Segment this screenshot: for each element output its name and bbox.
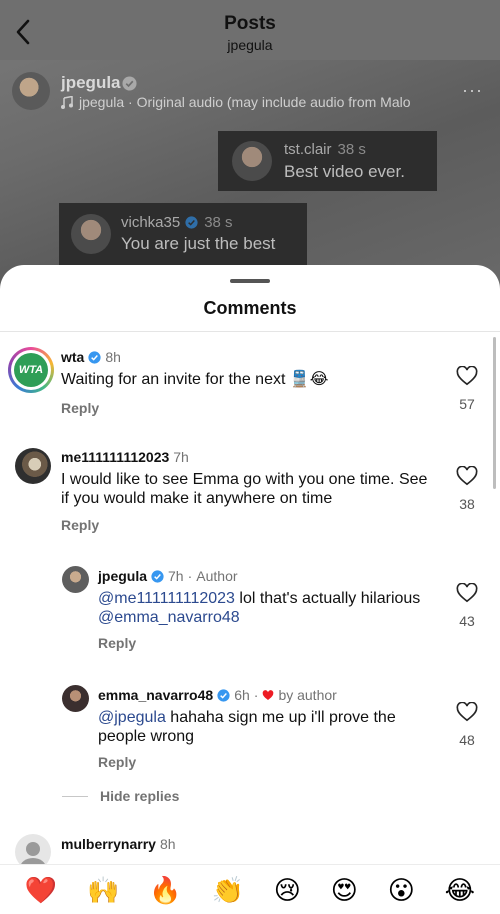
divider bbox=[0, 331, 500, 332]
avatar[interactable] bbox=[62, 566, 89, 593]
emoji-reaction-bar: ❤️ 🙌 🔥 👏 😢 😍 😮 😂 bbox=[0, 864, 500, 914]
page-title: Posts bbox=[224, 13, 276, 34]
reply-button[interactable]: Reply bbox=[61, 400, 99, 416]
reply-button[interactable]: Reply bbox=[61, 517, 99, 533]
avatar[interactable] bbox=[15, 448, 51, 484]
author-tag: Author bbox=[196, 568, 238, 584]
page-subtitle: jpegula bbox=[227, 37, 273, 53]
emoji-crying-face[interactable]: 😢 bbox=[274, 875, 301, 905]
separator-dot: · bbox=[187, 568, 193, 584]
verified-icon bbox=[88, 350, 101, 364]
avatar[interactable]: WTA bbox=[8, 347, 54, 393]
emoji-red-heart[interactable]: ❤️ bbox=[25, 875, 57, 905]
audio-label: jpegula · Original audio (may include au… bbox=[79, 94, 411, 110]
comment-user[interactable]: wta bbox=[61, 349, 84, 365]
comment-text: I would like to see Emma go with you one… bbox=[61, 471, 428, 507]
mention-link[interactable]: @me111111112023 bbox=[98, 590, 235, 607]
comment-text: @me111111112023 lol that's actually hila… bbox=[98, 589, 438, 627]
verified-icon bbox=[185, 216, 198, 229]
heart-icon[interactable] bbox=[456, 583, 478, 603]
live-comment-card: vichka35 38 s You are just the best bbox=[59, 203, 307, 265]
author-tag: by author bbox=[278, 687, 337, 703]
comment-time: 7h bbox=[173, 449, 189, 465]
live-comment-user: vichka35 bbox=[121, 214, 181, 231]
music-note-icon bbox=[61, 95, 73, 109]
mention-link[interactable]: @jpegula bbox=[98, 709, 166, 726]
comment-time: 8h bbox=[105, 349, 121, 365]
emoji-raising-hands[interactable]: 🙌 bbox=[87, 875, 119, 905]
divider bbox=[62, 795, 88, 797]
comment-user[interactable]: mulberrynarry bbox=[61, 836, 156, 852]
emoji-fire[interactable]: 🔥 bbox=[149, 875, 181, 905]
live-comment-time: 38 s bbox=[337, 140, 366, 158]
emoji-surprised-face[interactable]: 😮 bbox=[388, 875, 415, 905]
live-comment-text: You are just the best bbox=[121, 234, 276, 253]
comments-sheet: Comments WTA wta 8h Waiting for an invit… bbox=[0, 265, 500, 914]
comment-time: 6h bbox=[234, 687, 250, 703]
comment-user[interactable]: emma_navarro48 bbox=[98, 687, 213, 703]
comment-time: 8h bbox=[159, 836, 176, 852]
post-owner-name[interactable]: jpegula bbox=[61, 73, 121, 93]
verified-icon bbox=[122, 76, 137, 91]
like-count: 43 bbox=[459, 613, 475, 629]
like-count: 48 bbox=[459, 732, 475, 748]
avatar[interactable] bbox=[62, 685, 89, 712]
wta-logo: WTA bbox=[18, 364, 44, 376]
comment-user[interactable]: me111111112023 bbox=[61, 449, 169, 465]
comment-text: Waiting for an invite for the next 🚆😂 bbox=[61, 371, 329, 388]
mention-link[interactable]: @emma_navarro48 bbox=[98, 609, 240, 626]
heart-icon[interactable] bbox=[456, 466, 478, 486]
separator-dot: · bbox=[253, 687, 259, 703]
sheet-title: Comments bbox=[203, 298, 297, 318]
reply-button[interactable]: Reply bbox=[98, 635, 136, 651]
live-comment-card: tst.clair 38 s Best video ever. bbox=[218, 131, 437, 191]
hide-replies-label: Hide replies bbox=[100, 788, 180, 804]
avatar bbox=[71, 214, 111, 254]
like-count: 38 bbox=[459, 496, 475, 512]
verified-icon bbox=[151, 569, 164, 583]
hide-replies-button[interactable]: Hide replies bbox=[62, 788, 179, 804]
comment-text: @jpegula hahaha sign me up i'll prove th… bbox=[98, 708, 438, 746]
comment-user[interactable]: jpegula bbox=[98, 568, 147, 584]
reply-item: jpegula 7h · Author @me111111112023 lol … bbox=[0, 564, 500, 664]
post-owner-avatar[interactable] bbox=[12, 72, 50, 110]
live-comment-text: Best video ever. bbox=[284, 161, 405, 181]
avatar bbox=[232, 141, 272, 181]
drag-handle[interactable] bbox=[230, 279, 270, 283]
live-comment-user: tst.clair bbox=[284, 140, 332, 158]
emoji-heart-eyes[interactable]: 😍 bbox=[331, 875, 358, 905]
heart-icon[interactable] bbox=[456, 702, 478, 722]
comment-item: me111111112023 7h I would like to see Em… bbox=[0, 445, 500, 545]
like-count: 57 bbox=[459, 396, 475, 412]
live-comment-time: 38 s bbox=[204, 214, 233, 231]
comment-text-body: lol that's actually hilarious bbox=[234, 590, 421, 607]
verified-icon bbox=[217, 688, 230, 702]
audio-row[interactable]: jpegula · Original audio (may include au… bbox=[61, 94, 461, 110]
emoji-clapping-hands[interactable]: 👏 bbox=[212, 875, 244, 905]
heart-icon[interactable] bbox=[456, 366, 478, 386]
emoji-tears-of-joy[interactable]: 😂 bbox=[445, 875, 475, 905]
more-options-icon[interactable]: ··· bbox=[462, 80, 483, 101]
comment-time: 7h bbox=[168, 568, 184, 584]
reply-item: emma_navarro48 6h · by author @jpegula h… bbox=[0, 683, 500, 783]
comment-item: WTA wta 8h Waiting for an invite for the… bbox=[0, 345, 500, 425]
reply-button[interactable]: Reply bbox=[98, 754, 136, 770]
heart-filled-icon bbox=[263, 689, 274, 700]
